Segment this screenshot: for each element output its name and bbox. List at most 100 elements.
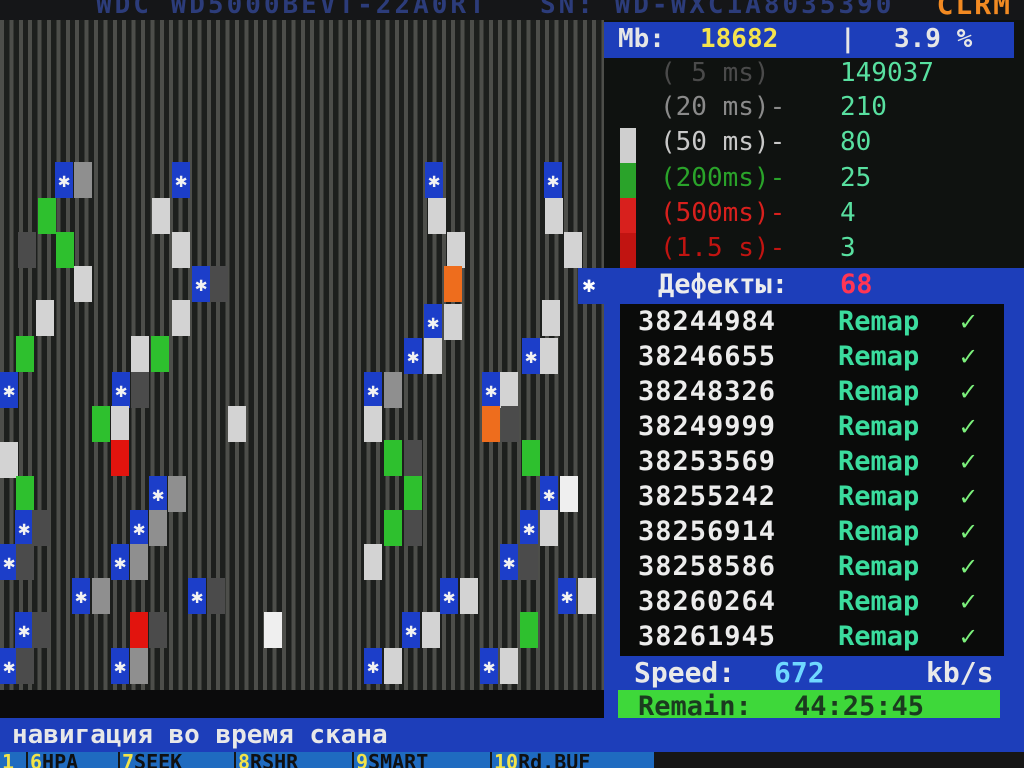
scan-block (111, 406, 129, 442)
star-icon: ✱ (540, 476, 558, 512)
scan-block (111, 440, 129, 476)
defect-row: 38255242 Remap ✓ (620, 479, 1004, 514)
drive-model: WDC WD5000BEVT-22A0RT (96, 0, 488, 20)
latency-label: (1.5 s)- (660, 233, 786, 263)
defect-sector: 38248326 (638, 376, 777, 407)
scan-block (152, 198, 170, 234)
defect-status: Remap (838, 306, 920, 337)
scan-block (500, 648, 518, 684)
defect-status: Remap (838, 341, 920, 372)
star-icon: ✱ (482, 372, 500, 408)
latency-row: (500ms)- 4 (660, 198, 856, 228)
fkey-label: SEEK (134, 752, 183, 768)
star-icon: ✱ (402, 612, 420, 648)
defect-row: 38246655 Remap ✓ (620, 339, 1004, 374)
scan-block (520, 544, 538, 580)
scan-block (384, 510, 402, 546)
scan-block (364, 544, 382, 580)
scan-block (444, 304, 462, 340)
scan-block (172, 232, 190, 268)
scan-block (424, 338, 442, 374)
scan-block (130, 648, 148, 684)
check-icon: ✓ (960, 411, 977, 442)
defect-sector: 38256914 (638, 516, 777, 547)
check-icon: ✓ (960, 516, 977, 547)
check-icon: ✓ (960, 481, 977, 512)
star-icon: ✱ (500, 544, 518, 580)
fkey-label: Rd.BUF (518, 752, 591, 768)
drive-info-bar: WDC WD5000BEVT-22A0RT SN: WD-WXC1A803539… (0, 0, 1024, 22)
scan-block (564, 232, 582, 268)
star-icon: ✱ (112, 372, 130, 408)
fkey-rdbuf[interactable]: 10Rd.BUF (492, 752, 654, 768)
legend-swatch (620, 198, 636, 233)
check-icon: ✓ (960, 306, 977, 337)
scan-block (149, 510, 167, 546)
star-icon: ✱ (425, 162, 443, 198)
defect-row: 38249999 Remap ✓ (620, 409, 1004, 444)
scan-block (520, 612, 538, 648)
star-icon: ✱ (424, 304, 442, 340)
defect-row: 38256914 Remap ✓ (620, 514, 1004, 549)
scan-block (130, 544, 148, 580)
scan-block (74, 266, 92, 302)
scan-block (578, 578, 596, 614)
fkey-number: 10 (494, 752, 519, 768)
mode-indicator: CLRM (936, 0, 1012, 21)
scan-block (130, 612, 148, 648)
scan-block (522, 440, 540, 476)
star-icon: ✱ (111, 648, 129, 684)
fkey-seek[interactable]: 7SEEK (120, 752, 234, 768)
star-icon: ✱ (544, 162, 562, 198)
star-icon: ✱ (558, 578, 576, 614)
scan-block (404, 440, 422, 476)
function-key-bar: 1 6HPA 7SEEK 8RSHR 9SMART 10Rd.BUF (0, 752, 1024, 768)
star-icon: ✱ (582, 273, 596, 298)
fkey-number: 9 (356, 752, 369, 768)
fkey-hpa[interactable]: 6HPA (28, 752, 118, 768)
scan-block (482, 406, 500, 442)
latency-row: (20 ms)- 210 (660, 92, 887, 122)
star-icon: ✱ (520, 510, 538, 546)
scan-block (16, 648, 34, 684)
defect-status: Remap (838, 551, 920, 582)
star-icon: ✱ (192, 266, 210, 302)
latency-label: (500ms)- (660, 198, 786, 228)
latency-count: 25 (840, 163, 872, 193)
drive-serial: SN: WD-WXC1A8035390 (540, 0, 895, 20)
latency-label: (200ms)- (660, 163, 786, 193)
fkey-smart[interactable]: 9SMART (354, 752, 490, 768)
latency-row: (1.5 s)- 3 (660, 233, 856, 263)
latency-label: (20 ms)- (660, 92, 786, 122)
scan-block (151, 336, 169, 372)
check-icon: ✓ (960, 586, 977, 617)
defects-header: ✱ Дефекты: 68 (578, 268, 1024, 304)
latency-count: 3 (840, 233, 856, 263)
separator: | (840, 24, 856, 54)
star-icon: ✱ (111, 544, 129, 580)
defects-count: 68 (840, 269, 873, 300)
fkey-label: SMART (368, 752, 429, 768)
latency-count: 149037 (840, 58, 934, 88)
defect-sector: 38255242 (638, 481, 777, 512)
star-icon: ✱ (364, 372, 382, 408)
defects-label: Дефекты: (658, 269, 789, 300)
progress-row: Mb: 18682 | 3.9 % (604, 22, 1014, 58)
scan-block (428, 198, 446, 234)
fkey-label: RSHR (250, 752, 299, 768)
scan-block (16, 336, 34, 372)
hint-text: навигация во время скана (12, 720, 388, 750)
defect-status: Remap (838, 411, 920, 442)
fkey-number: 6 (30, 752, 43, 768)
fkey-rshr[interactable]: 8RSHR (236, 752, 352, 768)
speed-value: 672 (774, 656, 825, 689)
star-icon: ✱ (480, 648, 498, 684)
defect-status: Remap (838, 376, 920, 407)
scan-block (501, 406, 519, 442)
speed-unit: kb/s (926, 656, 994, 689)
fkey-1[interactable]: 1 (0, 752, 26, 768)
check-icon: ✓ (960, 341, 977, 372)
scan-block (364, 406, 382, 442)
scan-block (32, 612, 50, 648)
scan-map: ✱ ✱ ✱ ✱ ✱ ✱ ✱ ✱ ✱ ✱ ✱ ✱ ✱ ✱ ✱ ✱ ✱ ✱ ✱ ✱ ✱ ✱ ✱ ✱ ✱ ✱ ✱ ✱ ✱ ✱ (0, 20, 604, 690)
